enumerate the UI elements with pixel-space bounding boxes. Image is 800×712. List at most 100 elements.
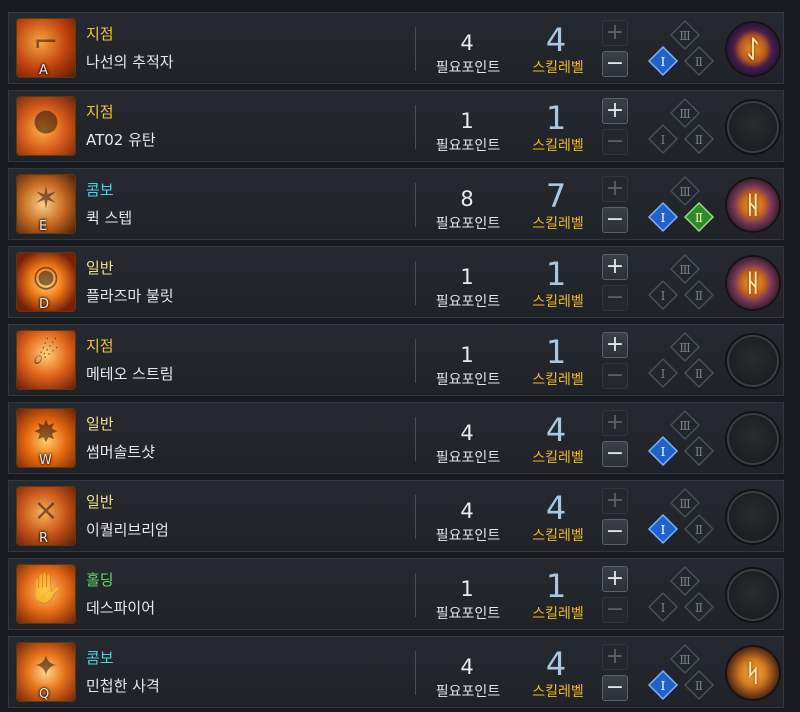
svg-text:Ⅲ: Ⅲ [679, 185, 691, 199]
level-down-button[interactable]: − [602, 519, 628, 545]
skill-level-label: 스킬레벨 [532, 606, 584, 622]
rune-slot[interactable]: ᚺ [727, 179, 779, 231]
revolver-icon[interactable]: ⌐ A [17, 19, 75, 77]
level-up-button[interactable]: + [602, 332, 628, 358]
required-points-label: 필요포인트 [435, 216, 501, 232]
dash-icon[interactable]: ✶ E [17, 175, 75, 233]
plasma-icon[interactable]: ◉ D [17, 253, 75, 311]
rapid-fire-icon[interactable]: ✦ Q [17, 643, 75, 701]
svg-text:Ⅲ: Ⅲ [679, 341, 691, 355]
skill-level-label: 스킬레벨 [532, 60, 584, 76]
skill-level-value: 4 [545, 411, 567, 449]
somersault-icon[interactable]: ✸ W [17, 409, 75, 467]
skill-level-value: 4 [545, 645, 567, 683]
divider [415, 573, 416, 617]
level-down-button[interactable]: − [602, 51, 628, 77]
skill-name: 플라즈마 불릿 [86, 287, 174, 305]
tripod-selector[interactable]: ⅢⅠ Ⅱ [635, 173, 719, 237]
svg-text:Ⅲ: Ⅲ [679, 107, 691, 121]
tripod-selector[interactable]: ⅢⅠ Ⅱ [635, 329, 719, 393]
skill-level-label: 스킬레벨 [532, 216, 584, 232]
meteor-icon[interactable]: ☄ [17, 331, 75, 389]
svg-text:Ⅱ: Ⅱ [695, 679, 703, 693]
divider [415, 183, 416, 227]
skill-level-label: 스킬레벨 [532, 684, 584, 700]
skill-level-value: 4 [545, 489, 567, 527]
svg-text:Ⅱ: Ⅱ [695, 601, 703, 615]
skill-level-label: 스킬레벨 [532, 138, 584, 154]
divider [415, 339, 416, 383]
tripod-selector[interactable]: ⅢⅠ Ⅱ [635, 641, 719, 705]
rune-slot-empty[interactable] [727, 335, 779, 387]
skill-panel: ⌐ A 지점 나선의 추적자 4 필요포인트 4 스킬레벨 + − ⅢⅠⅡ ᛇ … [0, 0, 800, 712]
svg-text:Ⅰ: Ⅰ [661, 679, 666, 693]
required-points-value: 1 [460, 109, 474, 133]
divider [415, 651, 416, 695]
tripod-selector[interactable]: ⅢⅠ Ⅱ [635, 563, 719, 627]
skill-level-label: 스킬레벨 [532, 450, 584, 466]
tripod-selector[interactable]: ⅢⅠ Ⅱ [635, 407, 719, 471]
skill-category: 일반 [86, 259, 114, 277]
svg-text:Ⅱ: Ⅱ [695, 289, 703, 303]
svg-text:Ⅰ: Ⅰ [661, 289, 666, 303]
tripod-selector[interactable]: ⅢⅠ Ⅱ [635, 251, 719, 315]
skill-row: ✸ W 일반 썸머솔트샷 4 필요포인트 4 스킬레벨 + − ⅢⅠ Ⅱ [8, 402, 784, 474]
skill-level-value: 1 [545, 99, 567, 137]
dual-pistol-icon[interactable]: ⨯ R [17, 487, 75, 545]
level-down-button[interactable]: − [602, 129, 628, 155]
level-up-button[interactable]: + [602, 410, 628, 436]
skill-row: ✦ Q 콤보 민첩한 사격 4 필요포인트 4 스킬레벨 + − ⅢⅠ Ⅱ ᛋ [8, 636, 784, 708]
level-down-button[interactable]: − [602, 675, 628, 701]
level-down-button[interactable]: − [602, 441, 628, 467]
skill-level-label: 스킬레벨 [532, 372, 584, 388]
skill-level-label: 스킬레벨 [532, 294, 584, 310]
skill-name: 나선의 추적자 [86, 53, 174, 71]
skill-glyph: ✦ [33, 649, 59, 684]
skill-name: 민첩한 사격 [86, 677, 160, 695]
svg-text:Ⅱ: Ⅱ [695, 367, 703, 381]
level-up-button[interactable]: + [602, 254, 628, 280]
tripod-selector[interactable]: ⅢⅠ Ⅱ [635, 95, 719, 159]
skill-category: 지점 [86, 103, 114, 121]
rune-icon: ᛋ [745, 659, 761, 687]
svg-text:Ⅱ: Ⅱ [695, 133, 703, 147]
rune-slot[interactable]: ᛇ [727, 23, 779, 75]
level-down-button[interactable]: − [602, 363, 628, 389]
level-up-button[interactable]: + [602, 566, 628, 592]
hand-fire-icon[interactable]: ✋ [17, 565, 75, 623]
level-up-button[interactable]: + [602, 20, 628, 46]
skill-glyph: ☄ [32, 337, 60, 372]
svg-text:Ⅰ: Ⅰ [661, 601, 666, 615]
rune-slot-empty[interactable] [727, 101, 779, 153]
level-up-button[interactable]: + [602, 98, 628, 124]
rune-slot[interactable]: ᛋ [727, 647, 779, 699]
level-down-button[interactable]: − [602, 285, 628, 311]
tripod-selector[interactable]: ⅢⅠ Ⅱ [635, 485, 719, 549]
rune-slot-empty[interactable] [727, 569, 779, 621]
rune-icon: ᛇ [745, 35, 761, 63]
rune-slot[interactable]: ᚺ [727, 257, 779, 309]
svg-text:Ⅰ: Ⅰ [661, 445, 666, 459]
skill-glyph: ✶ [33, 181, 59, 216]
skill-category: 지점 [86, 337, 114, 355]
required-points-value: 1 [460, 343, 474, 367]
rune-icon: ᚺ [745, 269, 761, 297]
svg-text:Ⅰ: Ⅰ [661, 211, 666, 225]
level-up-button[interactable]: + [602, 644, 628, 670]
level-down-button[interactable]: − [602, 207, 628, 233]
level-down-button[interactable]: − [602, 597, 628, 623]
tripod-selector[interactable]: ⅢⅠ Ⅱ [635, 17, 719, 81]
level-up-button[interactable]: + [602, 176, 628, 202]
hotkey-label: R [39, 531, 49, 545]
svg-text:Ⅲ: Ⅲ [679, 419, 691, 433]
svg-text:Ⅱ: Ⅱ [695, 445, 703, 459]
skill-glyph: ✋ [27, 571, 65, 606]
grenade-icon[interactable]: ● [17, 97, 75, 155]
rune-slot-empty[interactable] [727, 491, 779, 543]
hotkey-label: Q [39, 687, 50, 701]
rune-slot-empty[interactable] [727, 413, 779, 465]
required-points-label: 필요포인트 [435, 294, 501, 310]
level-up-button[interactable]: + [602, 488, 628, 514]
skill-name: 퀵 스텝 [86, 209, 133, 227]
required-points-label: 필요포인트 [435, 528, 501, 544]
